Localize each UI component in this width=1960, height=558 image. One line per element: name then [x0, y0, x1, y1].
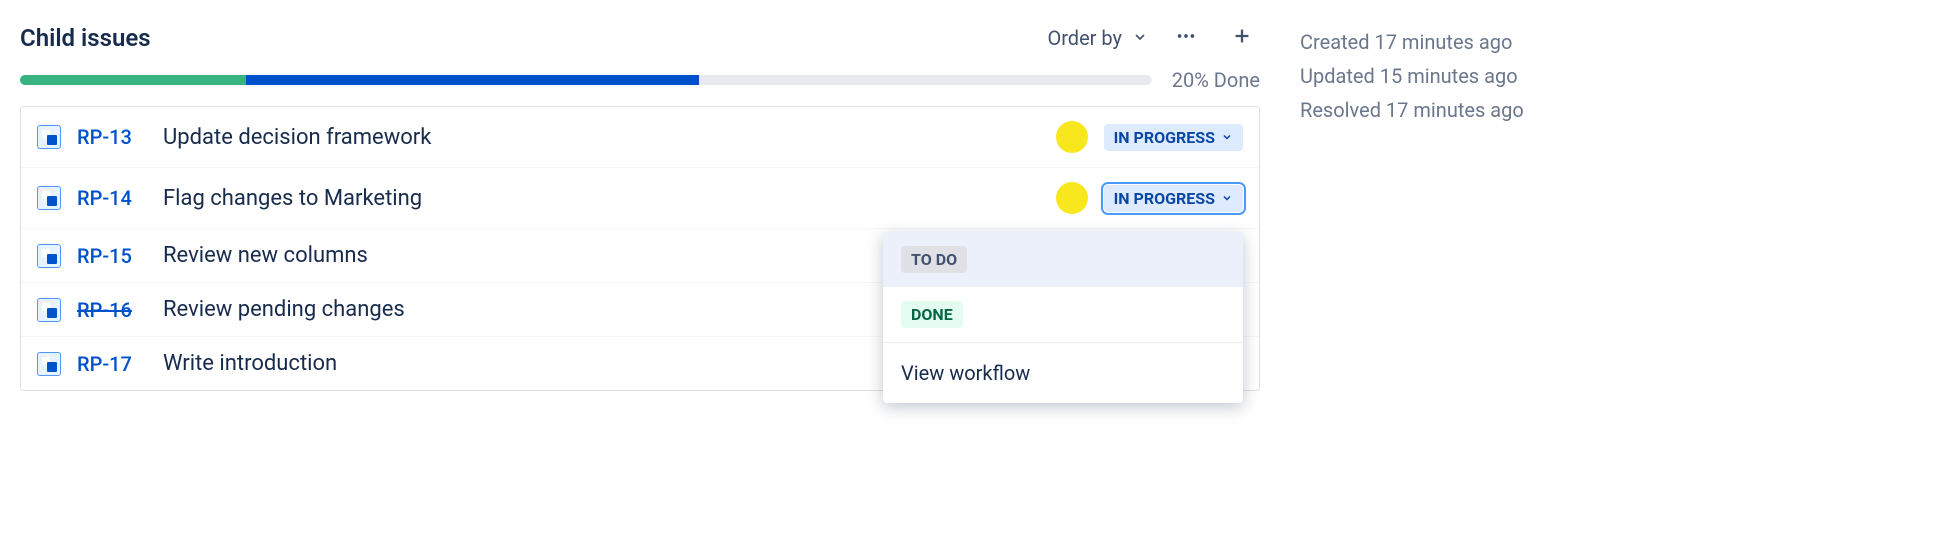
metadata-panel: Created 17 minutes ago Updated 15 minute…: [1300, 20, 1524, 391]
status-dropdown-button[interactable]: IN PROGRESS: [1104, 124, 1243, 151]
order-by-label: Order by: [1047, 26, 1122, 50]
progress-bar: [20, 75, 1152, 85]
issue-type-icon: [37, 125, 61, 149]
status-label: IN PROGRESS: [1114, 189, 1215, 208]
updated-timestamp: Updated 15 minutes ago: [1300, 64, 1524, 88]
created-timestamp: Created 17 minutes ago: [1300, 30, 1524, 54]
chevron-down-icon: [1221, 131, 1233, 143]
chevron-down-icon: [1132, 26, 1148, 50]
issue-row[interactable]: RP-13 Update decision framework IN PROGRES…: [21, 107, 1259, 168]
progress-done-segment: [20, 75, 246, 85]
status-option[interactable]: TO DO: [883, 232, 1243, 287]
resolved-timestamp: Resolved 17 minutes ago: [1300, 98, 1524, 122]
issue-type-icon: [37, 298, 61, 322]
status-label: IN PROGRESS: [1114, 128, 1215, 147]
assignee-avatar[interactable]: [1056, 121, 1088, 153]
status-option-label: TO DO: [901, 246, 967, 273]
progress-label: 20% Done: [1172, 68, 1260, 92]
assignee-avatar[interactable]: [1056, 182, 1088, 214]
order-by-dropdown[interactable]: Order by: [1047, 26, 1148, 50]
status-dropdown-button[interactable]: IN PROGRESS: [1104, 185, 1243, 212]
add-child-issue-button[interactable]: [1224, 20, 1260, 56]
issue-key-link[interactable]: RP-13: [77, 125, 147, 149]
issue-key-link[interactable]: RP-16: [77, 298, 147, 322]
chevron-down-icon: [1221, 192, 1233, 204]
issue-type-icon: [37, 352, 61, 376]
plus-icon: [1231, 25, 1253, 51]
issue-row[interactable]: RP-14 Flag changes to Marketing IN PROGRES…: [21, 168, 1259, 229]
more-actions-button[interactable]: [1168, 20, 1204, 56]
section-title: Child issues: [20, 24, 151, 52]
issue-key-link[interactable]: RP-17: [77, 352, 147, 376]
issue-key-link[interactable]: RP-15: [77, 244, 147, 268]
ellipsis-icon: [1175, 25, 1197, 51]
issue-summary: Update decision framework: [163, 125, 1040, 150]
issue-summary: Flag changes to Marketing: [163, 186, 1040, 211]
view-workflow-link[interactable]: View workflow: [883, 343, 1243, 403]
issue-type-icon: [37, 244, 61, 268]
issue-type-icon: [37, 186, 61, 210]
progress-inprogress-segment: [246, 75, 699, 85]
status-option[interactable]: DONE: [883, 287, 1243, 342]
issue-key-link[interactable]: RP-14: [77, 186, 147, 210]
status-option-label: DONE: [901, 301, 963, 328]
child-issues-list: RP-13 Update decision framework IN PROGRES…: [20, 106, 1260, 391]
status-dropdown-menu: TO DO DONE View workflow: [883, 232, 1243, 403]
